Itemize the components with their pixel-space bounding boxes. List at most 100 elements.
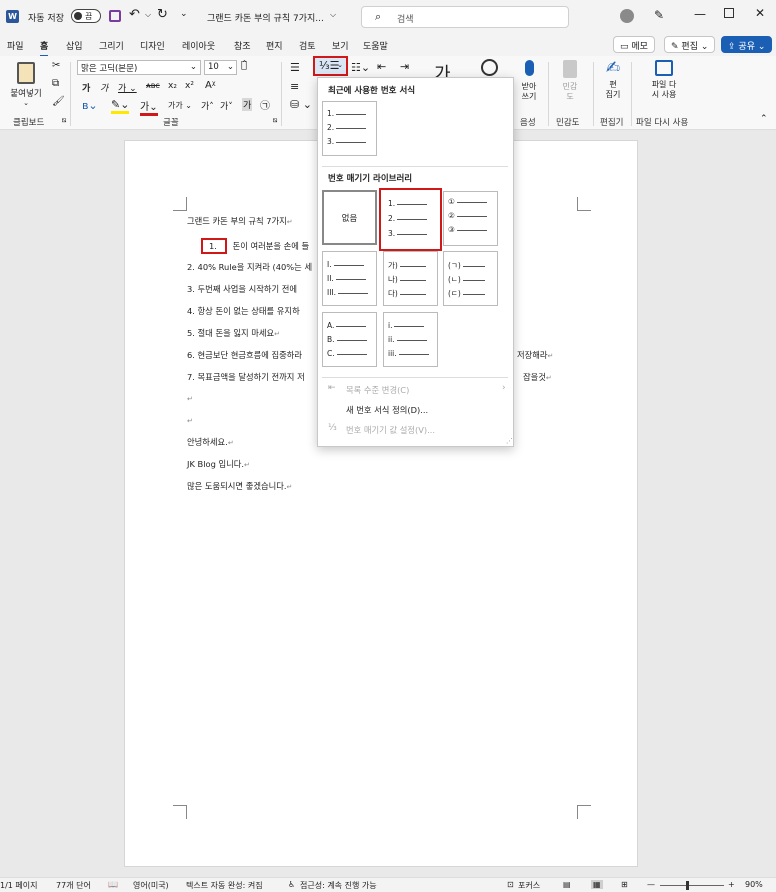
number-format-jamo[interactable]: (ㄱ) (ㄴ) (ㄷ)	[443, 251, 498, 306]
italic-icon[interactable]: 가	[100, 81, 108, 94]
increase-indent-icon[interactable]: ⇥	[400, 60, 409, 73]
number-format-korean[interactable]: 가) 나) 다)	[383, 251, 438, 306]
save-icon[interactable]	[109, 10, 121, 22]
tab-references[interactable]: 참조	[234, 39, 251, 52]
doc-line-12[interactable]: 많은 도움되시면 좋겠습니다.	[187, 481, 287, 491]
bold-icon[interactable]: 가	[82, 81, 90, 94]
doc-line-6-tail[interactable]: 저장해라	[517, 350, 548, 360]
chevron-down-icon[interactable]: ⌵	[330, 10, 336, 20]
editor-button[interactable]: ✍ 편 집기	[598, 58, 628, 100]
number-format-alpha-upper[interactable]: A. B. C.	[322, 312, 377, 367]
tab-mailings[interactable]: 편지	[266, 39, 283, 52]
font-glyph-icon[interactable]: 가̂	[241, 60, 247, 71]
paste-button[interactable]: 붙여넣기 ⌄	[8, 60, 44, 110]
font-color-icon[interactable]: 가⌄	[140, 98, 158, 116]
align-left-icon[interactable]: ≡	[290, 80, 299, 93]
shading-icon[interactable]: ⛁ ⌄	[290, 98, 312, 111]
dialog-launcher-icon[interactable]: ⧅	[273, 116, 277, 125]
dialog-launcher-icon[interactable]: ⧅	[62, 116, 66, 125]
doc-line-7-tail[interactable]: 잡을것	[523, 372, 546, 382]
underline-icon[interactable]: 가 ⌄	[118, 81, 137, 94]
number-format-none[interactable]: 없음	[322, 190, 377, 245]
reuse-files-button[interactable]: 파일 다 시 사용	[642, 58, 686, 100]
proofing-icon[interactable]: 📖	[108, 880, 118, 889]
memo-button[interactable]: ▭ 메모	[613, 36, 655, 53]
search-box[interactable]: ⌕ 검색	[361, 6, 569, 28]
tab-file[interactable]: 파일	[7, 39, 24, 52]
undo-icon[interactable]: ↶	[129, 7, 140, 22]
doc-title-line[interactable]: 그랜드 카돈 부의 규칙 7가지	[187, 216, 287, 226]
char-shade-icon[interactable]: 가가 ⌄	[168, 100, 192, 111]
doc-line-5[interactable]: 5. 절대 돈을 잃지 마세요	[187, 328, 274, 338]
web-layout-icon[interactable]: ⊞	[621, 880, 628, 889]
text-prediction-status[interactable]: 텍스트 자동 완성: 켜짐	[186, 880, 263, 891]
doc-line-10[interactable]: 안녕하세요.	[187, 437, 228, 447]
number-format-decimal[interactable]: 1. 2. 3.	[379, 188, 442, 251]
char-border-icon[interactable]: 가	[242, 98, 253, 111]
tab-insert[interactable]: 삽입	[66, 39, 83, 52]
doc-line-4[interactable]: 4. 항상 돈이 없는 상태를 유지하	[187, 306, 300, 316]
list-number-highlight[interactable]: 1.	[201, 238, 227, 254]
accessibility-icon[interactable]: ♿	[288, 880, 295, 889]
format-painter-icon[interactable]: 🖌	[52, 96, 65, 107]
zoom-level[interactable]: 90%	[745, 880, 763, 889]
close-icon[interactable]: ✕	[755, 6, 765, 20]
multilevel-list-icon[interactable]: ☷⌄	[351, 61, 370, 74]
collapse-ribbon-icon[interactable]: ⌃	[760, 114, 768, 124]
word-count[interactable]: 77개 단어	[56, 880, 91, 891]
customize-qat-icon[interactable]: ⌄	[180, 9, 188, 19]
print-layout-icon[interactable]: ▦	[591, 880, 603, 889]
tab-draw[interactable]: 그리기	[99, 39, 124, 52]
minimize-icon[interactable]: —	[694, 7, 706, 21]
number-format-roman-lower[interactable]: i. ii. iii.	[383, 312, 438, 367]
number-format-circled[interactable]: ① ② ③	[443, 191, 498, 246]
grow-font-icon[interactable]: 가˄	[201, 99, 214, 112]
tab-layout[interactable]: 레이아웃	[182, 39, 215, 52]
tab-review[interactable]: 검토	[299, 39, 316, 52]
font-name-select[interactable]: 맑은 고딕(본문) ⌄	[77, 60, 201, 75]
chevron-down-icon[interactable]: ⌵	[145, 10, 151, 20]
account-avatar-icon[interactable]	[620, 9, 634, 23]
zoom-in-icon[interactable]: +	[728, 880, 735, 889]
doc-line-7[interactable]: 7. 목표금액을 달성하기 전까지 저	[187, 372, 305, 382]
doc-line-6[interactable]: 6. 현금보단 현금흐름에 집중하라	[187, 350, 302, 360]
pen-icon[interactable]: ✎	[654, 8, 664, 22]
number-format-roman-upper[interactable]: I. II. III.	[322, 251, 377, 306]
copy-icon[interactable]: ⧉	[52, 78, 59, 89]
decrease-indent-icon[interactable]: ⇤	[377, 60, 386, 73]
maximize-icon[interactable]	[724, 8, 734, 18]
recent-number-format[interactable]: 1. 2. 3.	[322, 101, 377, 156]
strikethrough-icon[interactable]: ᴀʙᴄ	[146, 81, 160, 90]
resize-grip-icon[interactable]: ⋰	[506, 437, 513, 445]
superscript-icon[interactable]: x²	[185, 81, 194, 91]
share-button[interactable]: ⇪ 공유 ⌄	[721, 36, 773, 53]
tab-help[interactable]: 도움말	[363, 39, 388, 52]
doc-line-1[interactable]: 돈이 여러분을 손에 들	[233, 241, 310, 251]
edit-mode-button[interactable]: ✎ 편집 ⌄	[664, 36, 716, 53]
subscript-icon[interactable]: x₂	[168, 81, 177, 91]
doc-line-11[interactable]: JK Blog 입니다.	[187, 459, 244, 469]
define-new-format-item[interactable]: 새 번호 서식 정의(D)...	[346, 404, 428, 416]
tab-home[interactable]: 홈	[40, 39, 49, 57]
highlight-icon[interactable]: ✎⌄	[111, 98, 130, 114]
enclose-char-icon[interactable]: ㉠	[260, 97, 270, 112]
dictate-button[interactable]: 받아 쓰기	[515, 58, 543, 102]
zoom-slider-thumb[interactable]	[686, 881, 689, 890]
zoom-out-icon[interactable]: —	[647, 880, 655, 889]
shrink-font-icon[interactable]: 가˅	[220, 99, 233, 112]
font-size-select[interactable]: 10 ⌄	[204, 60, 237, 75]
zoom-slider[interactable]	[660, 881, 724, 890]
redo-icon[interactable]: ↻	[157, 7, 168, 22]
focus-icon[interactable]: ⊡	[507, 880, 514, 889]
bullets-icon[interactable]: ☰	[290, 61, 300, 74]
doc-line-2[interactable]: 2. 40% Rule을 지켜라 (40%는 세	[187, 262, 312, 272]
focus-label[interactable]: 포커스	[518, 880, 540, 891]
tab-design[interactable]: 디자인	[140, 39, 165, 52]
clear-format-icon[interactable]: Aᵡ	[205, 80, 215, 91]
language-status[interactable]: 영어(미국)	[133, 880, 169, 891]
find-icon[interactable]	[481, 59, 498, 76]
doc-line-3[interactable]: 3. 두번째 사업을 시작하기 전에	[187, 284, 297, 294]
autosave-toggle[interactable]: 끔	[71, 9, 101, 23]
page-count[interactable]: 1/1 페이지	[0, 880, 38, 891]
read-mode-icon[interactable]: ▤	[563, 880, 571, 889]
